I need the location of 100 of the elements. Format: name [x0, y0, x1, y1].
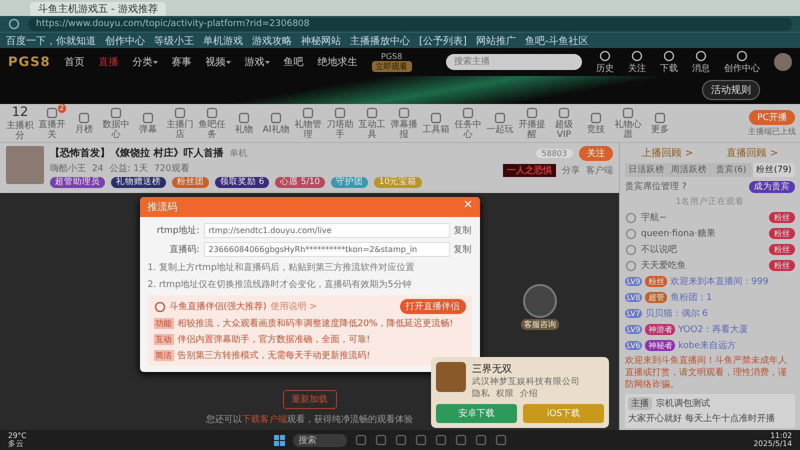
event-rules-button[interactable]: 活动规则 [702, 80, 760, 100]
address-bar[interactable]: https://www.douyu.com/topic/activity-platform?rid=2306808 [28, 18, 792, 30]
circle-icon [695, 50, 707, 62]
info-link[interactable]: 隐私 [472, 388, 490, 400]
event-button[interactable]: 立即观看 [372, 61, 412, 72]
nav-link[interactable]: 分类 [132, 55, 158, 69]
nav-link[interactable]: 赛事 [172, 55, 192, 69]
bookmark[interactable]: 单机游戏 [203, 34, 243, 48]
nav-link[interactable]: 首页 [64, 55, 85, 69]
stream-stat: 24 [92, 164, 104, 174]
bookmark[interactable]: 主播播放中心 [350, 34, 410, 48]
toolbar-item[interactable]: 开播提醒 [516, 120, 548, 140]
toolbar-item[interactable]: 弹幕 [139, 124, 157, 134]
info-link[interactable]: 权限 [496, 388, 514, 400]
copy-button[interactable]: 复制 [454, 243, 472, 256]
app-icon [394, 434, 407, 446]
ad-banner[interactable]: 一人之恐惧 [503, 164, 556, 177]
bookmark[interactable]: 等级小王 [154, 34, 194, 48]
toolbar-item[interactable]: 互动工具 [356, 120, 388, 140]
header-link[interactable]: 消息 [692, 62, 710, 74]
bookmark[interactable]: 鱼吧-斗鱼社区 [524, 34, 588, 48]
toolbar-item[interactable]: AI礼物 [262, 124, 290, 134]
become-vip-button[interactable]: 成为贵宾 [749, 180, 795, 192]
toolbar-item[interactable]: 直播开关 [36, 120, 68, 140]
info-link[interactable]: 介绍 [520, 388, 538, 400]
feature-tag: 互动 [154, 334, 174, 345]
bookmark[interactable]: [公予列表] [419, 34, 467, 48]
nav-link[interactable]: 绝地求生 [318, 55, 358, 69]
reload-button[interactable]: 重新加载 [282, 390, 336, 409]
toolbar-item[interactable]: 竞技 [587, 124, 605, 134]
bookmark[interactable]: 百度一下，你就知道 [6, 34, 96, 48]
square-icon [462, 106, 474, 118]
rank-tab[interactable]: 周活跃榜 [668, 163, 710, 177]
promo-title: 斗鱼直播伴侣(强大推荐) [170, 300, 267, 313]
watching-note: 1名用户正在观看 [674, 196, 746, 208]
toolbar-item[interactable]: 礼物管理 [292, 120, 324, 140]
bookmark[interactable]: 创作中心 [105, 34, 145, 48]
avatar[interactable] [774, 53, 792, 71]
pc-live-button[interactable]: PC开播 [749, 110, 795, 124]
toolbar-item[interactable]: 弹幕播报 [388, 120, 420, 140]
support-button[interactable]: 客服咨询 [521, 319, 559, 330]
rank-tab[interactable]: 粉丝(79) [752, 163, 795, 177]
input-field[interactable]: 23666084066gbgsHyRh**********tkon=2&stamp_in [204, 242, 450, 257]
tag-badge[interactable]: 礼物赠送榜 [111, 177, 166, 188]
site-logo[interactable]: PGS8 [8, 54, 51, 70]
toolbar-item[interactable]: 刀塔助手 [324, 120, 356, 140]
tag-badge[interactable]: 领取奖励 6 [215, 177, 270, 188]
header-link[interactable]: 创作中心 [724, 62, 760, 74]
nav-link[interactable]: 直播 [98, 55, 119, 69]
support-icon[interactable] [523, 284, 557, 318]
toolbar-item[interactable]: 超级VIP [548, 120, 580, 140]
user-name: 宇航~ [641, 212, 667, 224]
replay-link[interactable]: 直播回顾 > [726, 146, 778, 160]
toolbar-item[interactable]: 礼物 [235, 124, 253, 134]
toolbar-item[interactable]: 礼物心愿 [612, 120, 644, 140]
ios-download-button[interactable]: iOS下载 [523, 404, 604, 423]
replay-link[interactable]: 上播回顾 > [642, 146, 694, 160]
tag-badge[interactable]: 粉丝团 [172, 177, 209, 188]
bookmark[interactable]: 网站推广 [476, 34, 516, 48]
nav-link[interactable]: 鱼吧 [284, 55, 304, 69]
toolbar-item[interactable]: 任务中心 [452, 120, 484, 140]
user-name: 天天爱吃鱼 [641, 260, 686, 272]
open-app-button[interactable]: 打开直播伴侣 [400, 299, 466, 314]
header-link[interactable]: 下载 [660, 62, 678, 74]
toolbar-item[interactable]: 数据中心 [100, 120, 132, 140]
tag-badge[interactable]: 超管助理员 [50, 177, 105, 188]
windows-icon[interactable] [274, 434, 285, 446]
category-label[interactable]: 单机 [229, 146, 248, 160]
android-download-button[interactable]: 安卓下载 [436, 404, 517, 423]
toolbar-item[interactable]: 鱼吧任务 [196, 120, 228, 140]
download-link[interactable]: 下载客户端 [242, 415, 287, 425]
follow-button[interactable]: 关注 [579, 146, 613, 161]
bookmark[interactable]: 游戏攻略 [252, 34, 292, 48]
client-link[interactable]: 客户端 [586, 164, 613, 177]
fan-badge: 神秘者 [645, 340, 676, 351]
input-field[interactable]: rtmp://sendtc1.douyu.com/live [204, 223, 450, 238]
toolbar-item[interactable]: 工具箱 [422, 124, 450, 134]
taskbar-search[interactable]: 搜索 [292, 434, 347, 446]
toolbar-item[interactable]: 主播门店 [164, 120, 196, 140]
square-icon [302, 106, 314, 118]
feature-text: 伴侣内置弹幕助手，官方数据准确，全面，可靠! [178, 334, 370, 346]
header-link[interactable]: 关注 [628, 62, 646, 74]
copy-button[interactable]: 复制 [454, 224, 472, 237]
search-field[interactable]: 搜索主播 [446, 54, 582, 70]
browser-tab[interactable]: 斗鱼主机游戏五 - 游戏推荐 [30, 2, 166, 16]
bookmark[interactable]: 神秘网站 [301, 34, 341, 48]
usage-link[interactable]: 使用说明 > [270, 300, 317, 313]
tag-badge[interactable]: 10元宝箱 [374, 177, 422, 188]
share-link[interactable]: 分享 [562, 164, 580, 177]
rank-tab[interactable]: 贵宾(6) [710, 163, 752, 177]
toolbar-item[interactable]: 月榜 [75, 124, 93, 134]
nav-link[interactable]: 视频 [206, 55, 231, 69]
close-icon[interactable] [464, 200, 472, 208]
toolbar-item[interactable]: 更多 [651, 124, 669, 134]
rank-tab[interactable]: 日活跃榜 [625, 163, 668, 177]
tag-badge[interactable]: 守护团 [330, 177, 368, 188]
nav-link[interactable]: 游戏 [244, 55, 270, 69]
header-link[interactable]: 历史 [596, 62, 614, 74]
toolbar-item[interactable]: 一起玩 [486, 124, 514, 134]
tag-badge[interactable]: 心愿 5/10 [275, 177, 325, 188]
